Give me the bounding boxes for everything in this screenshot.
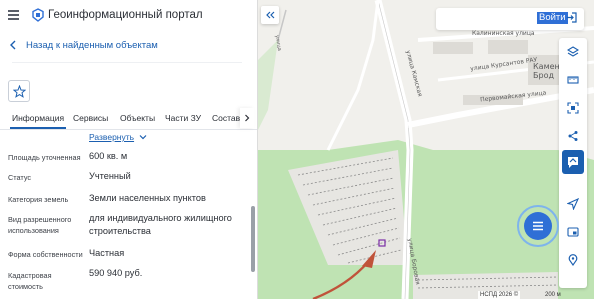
street-label-kalininskaya: Калининская улица bbox=[472, 30, 535, 37]
marker-icon bbox=[568, 254, 578, 266]
measure-button[interactable] bbox=[564, 71, 582, 89]
tab-services[interactable]: Сервисы bbox=[73, 113, 108, 123]
layers-icon bbox=[567, 46, 579, 57]
favorite-button[interactable] bbox=[8, 80, 30, 102]
attr-label-land-category: Категория земель bbox=[8, 195, 69, 204]
share-button[interactable] bbox=[564, 127, 582, 145]
expand-label: Развернуть bbox=[89, 132, 135, 142]
app-header: Геоинформационный портал bbox=[0, 0, 257, 30]
double-chevron-left-icon bbox=[266, 11, 275, 19]
login-icon[interactable] bbox=[565, 11, 578, 24]
layers-button[interactable] bbox=[564, 43, 582, 61]
map-canvas[interactable] bbox=[258, 0, 594, 299]
back-label: Назад к найденным объектам bbox=[26, 39, 158, 51]
info-tabs: Информация Сервисы Объекты Части ЗУ Сост… bbox=[0, 108, 257, 130]
select-area-button[interactable] bbox=[564, 99, 582, 117]
chevron-left-icon bbox=[10, 40, 16, 50]
attr-value-cadastral-value: 590 940 руб. bbox=[89, 268, 143, 278]
chevron-right-icon bbox=[245, 114, 250, 122]
tab-information[interactable]: Информация bbox=[9, 113, 67, 129]
app-title: Геоинформационный портал bbox=[48, 9, 203, 21]
attr-value-status: Учтенный bbox=[89, 171, 131, 181]
select-area-icon bbox=[567, 102, 579, 114]
info-panel: Геоинформационный портал Назад к найденн… bbox=[0, 0, 258, 299]
marker-button[interactable] bbox=[564, 251, 582, 269]
collapse-panel-button[interactable] bbox=[261, 6, 279, 24]
attr-value-area: 600 кв. м bbox=[89, 151, 128, 161]
map-attribution: НСПД 2026 © bbox=[478, 291, 521, 299]
screen-icon bbox=[567, 227, 579, 237]
map-chat-button[interactable] bbox=[562, 150, 584, 174]
attr-value-ownership: Частная bbox=[89, 248, 125, 258]
scrollbar-thumb[interactable] bbox=[251, 206, 255, 272]
navigate-icon bbox=[567, 198, 579, 210]
attr-label-ownership: Форма собственности bbox=[8, 250, 83, 259]
screen-button[interactable] bbox=[564, 223, 582, 241]
map-view[interactable]: Калининская улица улица Курсантов РАУ Пе… bbox=[258, 0, 594, 299]
navigate-button[interactable] bbox=[564, 195, 582, 213]
menu-list-icon bbox=[533, 221, 543, 231]
attr-value-permitted-use: для индивидуального жилищного строительс… bbox=[89, 213, 232, 236]
measure-icon bbox=[567, 76, 579, 84]
attr-value-land-category: Земли населенных пунктов bbox=[89, 193, 206, 203]
attr-label-permitted-use: Вид разрешенного использования bbox=[8, 215, 72, 235]
tabs-scroll-right-button[interactable] bbox=[240, 108, 254, 128]
attr-label-status: Статус bbox=[8, 173, 32, 182]
attr-label-cadastral-value: Кадастровая стоимость bbox=[8, 271, 52, 291]
tab-land-parts[interactable]: Части ЗУ bbox=[165, 113, 201, 123]
divider bbox=[12, 62, 242, 63]
tab-composition[interactable]: Состав bbox=[212, 113, 240, 123]
share-icon bbox=[568, 131, 578, 141]
login-button[interactable]: Войти bbox=[537, 12, 568, 24]
back-to-results-link[interactable]: Назад к найденным объектам bbox=[8, 38, 158, 52]
star-icon bbox=[12, 84, 26, 98]
portal-logo-icon bbox=[32, 8, 44, 22]
map-scale: 200 м bbox=[545, 292, 561, 298]
attr-label-area: Площадь уточненная bbox=[8, 153, 81, 162]
map-chat-icon bbox=[568, 157, 578, 168]
map-menu-fab-button[interactable] bbox=[524, 212, 552, 240]
tab-objects[interactable]: Объекты bbox=[120, 113, 155, 123]
chevron-down-icon bbox=[139, 135, 147, 140]
hamburger-icon[interactable] bbox=[8, 10, 19, 20]
expand-link[interactable]: Развернуть bbox=[89, 132, 147, 142]
